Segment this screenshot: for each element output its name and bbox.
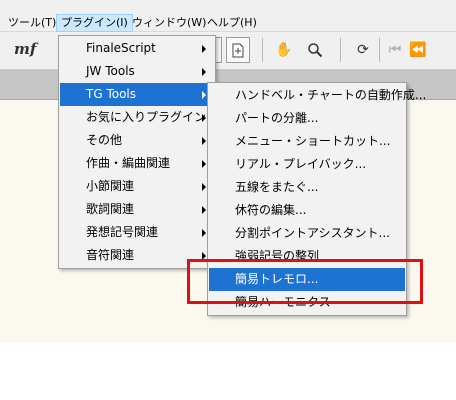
menu-item-expressions[interactable]: 発想記号関連 — [60, 221, 214, 244]
menu-item-label: 小節関連 — [86, 179, 135, 193]
menu-item-cross-staff[interactable]: 五線をまたぐ... — [209, 176, 405, 199]
menu-item-split-parts[interactable]: パートの分離... — [209, 107, 405, 130]
menu-help[interactable]: ヘルプ(H) — [203, 14, 261, 32]
submenu-arrow-icon — [202, 206, 206, 214]
magnifier-icon[interactable] — [303, 37, 327, 63]
hand-tool-icon[interactable]: ✋ — [272, 37, 296, 63]
menu-item-label: 作曲・編曲関連 — [86, 156, 171, 170]
menu-item-label: 歌詞関連 — [86, 202, 135, 216]
menu-bar: ツール(T) プラグイン(I) ウィンドウ(W) ヘルプ(H) — [0, 0, 456, 32]
menu-item-label: 音符関連 — [86, 248, 135, 262]
menu-item-measures[interactable]: 小節関連 — [60, 175, 214, 198]
submenu-arrow-icon — [202, 114, 206, 122]
menu-item-label: TG Tools — [86, 87, 137, 101]
menu-item-menu-shortcuts[interactable]: メニュー・ショートカット... — [209, 130, 405, 153]
menu-window[interactable]: ウィンドウ(W) — [128, 14, 210, 32]
menu-item-other[interactable]: その他 — [60, 129, 214, 152]
menu-item-jw-tools[interactable]: JW Tools — [60, 60, 214, 83]
menu-item-label: その他 — [86, 133, 123, 147]
menu-item-label: JW Tools — [86, 64, 135, 78]
menu-item-lyrics[interactable]: 歌詞関連 — [60, 198, 214, 221]
menu-item-label: FinaleScript — [86, 41, 156, 55]
menu-item-edit-rests[interactable]: 休符の編集... — [209, 199, 405, 222]
menu-item-label: お気に入りプラグイン — [86, 110, 207, 124]
highlight-annotation-box — [187, 259, 423, 304]
menu-item-label: 発想記号関連 — [86, 225, 159, 239]
toolbar-separator — [379, 38, 380, 62]
submenu-arrow-icon — [202, 68, 206, 76]
menu-item-split-point-assistant[interactable]: 分割ポイントアシスタント... — [209, 222, 405, 245]
toolbar-separator — [262, 38, 263, 62]
submenu-arrow-icon — [202, 160, 206, 168]
submenu-arrow-icon — [202, 137, 206, 145]
menu-item-tg-tools[interactable]: TG Tools — [60, 83, 214, 106]
menu-item-finalescript[interactable]: FinaleScript — [60, 37, 214, 60]
menu-tools[interactable]: ツール(T) — [4, 14, 60, 32]
mf-logo-icon[interactable]: mf — [14, 40, 36, 58]
menu-plugins[interactable]: プラグイン(I) — [56, 14, 133, 32]
first-icon[interactable]: ⏮ — [383, 37, 407, 63]
add-page-icon[interactable] — [226, 37, 250, 63]
submenu-arrow-icon — [202, 229, 206, 237]
plugins-menu: FinaleScript JW Tools TG Tools お気に入りプラグイ… — [58, 35, 216, 269]
rewind-icon[interactable]: ⏪ — [406, 37, 430, 63]
menu-item-composition[interactable]: 作曲・編曲関連 — [60, 152, 214, 175]
submenu-arrow-icon — [202, 45, 206, 53]
refresh-icon[interactable]: ⟳ — [351, 37, 375, 63]
submenu-arrow-icon — [202, 183, 206, 191]
toolbar-separator — [340, 38, 341, 62]
menu-item-favorite-plugins[interactable]: お気に入りプラグイン — [60, 106, 214, 129]
submenu-arrow-icon — [202, 91, 206, 99]
menu-item-handbell-chart[interactable]: ハンドベル・チャートの自動作成... — [209, 84, 426, 107]
menu-item-real-playback[interactable]: リアル・プレイバック... — [209, 153, 405, 176]
